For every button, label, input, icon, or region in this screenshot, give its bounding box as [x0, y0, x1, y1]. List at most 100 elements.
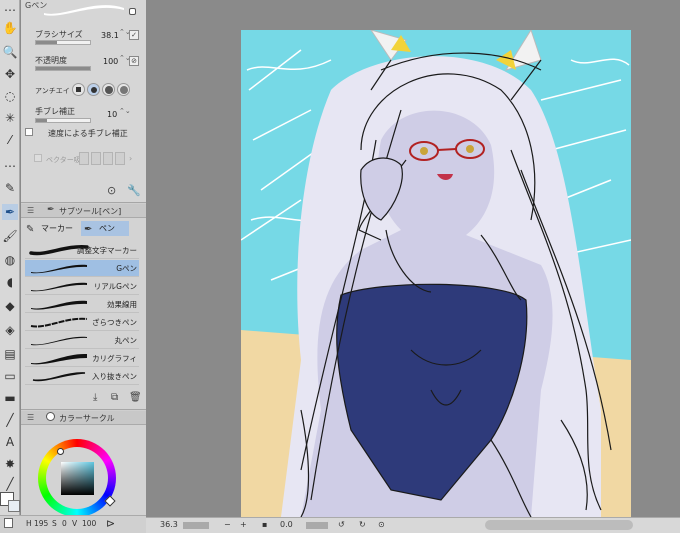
brush-stroke-7-icon — [32, 372, 86, 382]
saturation-value-square[interactable] — [61, 462, 94, 495]
rotate-left-icon[interactable]: ↺ — [338, 520, 345, 529]
stabilization-label: 手ブレ補正 — [35, 107, 75, 116]
brush-stroke-3-icon — [31, 300, 87, 310]
antialias-none-icon[interactable] — [72, 83, 85, 96]
balloon-icon[interactable]: ✸ — [2, 456, 18, 472]
s-label: S — [52, 519, 57, 528]
shape-icon[interactable]: ▭ — [2, 368, 18, 384]
speed-stabilization-checkbox[interactable] — [25, 128, 33, 136]
brush-item-7[interactable]: 入り抜きペン — [25, 368, 139, 385]
wrench-icon[interactable]: 🔧 — [127, 184, 141, 197]
rotation-value[interactable]: 0.0 — [280, 520, 293, 529]
brush-item-2[interactable]: リアルGペン — [25, 278, 139, 295]
vector-snap-checkbox[interactable] — [34, 154, 42, 162]
divider-dots-icon: ⋯ — [4, 159, 16, 173]
zoom-slider[interactable] — [183, 522, 209, 529]
stabilization-value[interactable]: 10 — [107, 110, 117, 119]
rotate-right-icon[interactable]: ↻ — [359, 520, 366, 529]
horizontal-scrollbar-thumb[interactable] — [485, 520, 633, 530]
hand-icon[interactable]: ✋ — [2, 20, 18, 36]
rotation-slider[interactable] — [306, 522, 328, 529]
tab-pen[interactable]: ✒ ペン — [81, 221, 129, 236]
brush-item-5[interactable]: 丸ペン — [25, 332, 139, 349]
sub-tool-pen-icon: ✒ — [47, 205, 55, 215]
color-history-icon[interactable]: ⊳ — [106, 517, 115, 530]
brush-name-3: 効果線用 — [107, 300, 137, 309]
vector-mode-box-3[interactable] — [103, 152, 113, 165]
antialias-strong-icon[interactable] — [117, 83, 130, 96]
fit-icon[interactable]: ▪ — [262, 520, 267, 529]
eyedropper-icon[interactable]: ⁄ — [2, 132, 18, 148]
stabilization-spinner-icon[interactable]: ⌃⌄ — [119, 107, 131, 115]
duplicate-icon[interactable]: ⧉ — [111, 392, 118, 403]
vector-mode-box-2[interactable] — [91, 152, 101, 165]
pen-tool-icon[interactable]: ✒ — [2, 204, 18, 220]
vector-mode-box-4[interactable] — [115, 152, 125, 165]
zoom-in-icon[interactable]: + — [240, 520, 247, 529]
grip-icon[interactable]: ☰ — [27, 206, 34, 215]
color-grip-icon[interactable]: ☰ — [27, 413, 34, 422]
drawing-canvas[interactable] — [241, 30, 631, 517]
zoom-icon[interactable]: 🔍 — [2, 44, 18, 60]
blend-icon[interactable]: ◖ — [2, 274, 18, 290]
brush-item-0[interactable]: 調整文字マーカー — [25, 242, 139, 259]
ruler-icon[interactable]: ╱ — [2, 412, 18, 428]
trash-icon[interactable]: 🗑 — [129, 392, 142, 403]
antialias-medium-icon[interactable] — [102, 83, 115, 96]
brush-item-4[interactable]: ざらつきペン — [25, 314, 139, 331]
brush-name-1: Gペン — [116, 264, 137, 273]
hue-handle[interactable] — [57, 448, 64, 455]
color-mode-icon[interactable] — [4, 518, 13, 528]
brush-name-5: 丸ペン — [114, 336, 138, 345]
stabilization-slider[interactable] — [35, 118, 91, 123]
sub-tool-tabs: ✎ マーカー ✒ ペン — [21, 219, 146, 238]
opacity-option-icon[interactable]: ⊘ — [129, 56, 139, 66]
tab-marker[interactable]: ✎ マーカー — [23, 221, 79, 236]
brush-stroke-5-icon — [31, 336, 87, 346]
brush-name-4: ざらつきペン — [92, 318, 137, 327]
vector-mode-box-1[interactable] — [79, 152, 89, 165]
panel-column: Gペン ブラシサイズ 38.1 ⌃⌄ ✓ 不透明度 100 ⌃⌄ ⊘ アンチエイ… — [21, 0, 146, 533]
opacity-value[interactable]: 100 — [103, 57, 118, 66]
brush-stroke-2-icon — [31, 282, 87, 292]
fill-icon[interactable]: ◈ — [2, 322, 18, 338]
text-icon[interactable]: A — [2, 434, 18, 450]
brush-icon[interactable]: 🖌 — [2, 228, 18, 244]
zoom-value[interactable]: 36.3 — [160, 520, 178, 529]
frame-icon[interactable]: ▬ — [2, 390, 18, 406]
opacity-slider[interactable] — [35, 66, 91, 71]
antialias-weak-icon[interactable] — [87, 83, 100, 96]
ellipsis-icon[interactable]: ⋯ — [2, 2, 18, 18]
brush-size-label: ブラシサイズ — [35, 30, 83, 39]
antialias-label: アンチエイ — [35, 87, 70, 95]
lasso-icon[interactable]: ◌ — [2, 88, 18, 104]
brush-stroke-6-icon — [31, 353, 87, 365]
pen-icon: ✒ — [84, 224, 93, 235]
color-panel-title: カラーサークル — [59, 414, 115, 423]
zoom-out-icon[interactable]: − — [224, 520, 231, 529]
sub-color-swatch[interactable] — [8, 500, 20, 512]
reset-icon[interactable]: ⊙ — [107, 184, 116, 197]
speed-stabilization-label: 速度による手ブレ補正 — [48, 129, 128, 138]
h-value: 195 — [34, 519, 49, 528]
vertical-scrollbar[interactable] — [668, 0, 680, 517]
brush-item-6[interactable]: カリグラフィ — [25, 350, 139, 367]
magic-wand-icon[interactable]: ✳ — [2, 110, 18, 126]
correction-icon[interactable]: ╱ — [2, 476, 18, 492]
brush-size-value[interactable]: 38.1 — [101, 31, 119, 40]
pencil-icon[interactable]: ✎ — [2, 180, 18, 196]
brush-size-slider[interactable] — [35, 40, 91, 45]
v-label: V — [72, 519, 78, 528]
brush-item-3[interactable]: 効果線用 — [25, 296, 139, 313]
airbrush-icon[interactable]: ◍ — [2, 252, 18, 268]
gradient-icon[interactable]: ▤ — [2, 346, 18, 362]
brush-stroke-4-icon — [30, 317, 88, 328]
vector-more-icon[interactable]: › — [129, 154, 132, 163]
brush-size-pressure-icon[interactable]: ✓ — [129, 30, 139, 40]
reset-rotation-icon[interactable]: ⊙ — [378, 520, 385, 529]
lock-icon[interactable] — [129, 8, 136, 15]
download-icon[interactable]: ⤓ — [93, 392, 97, 403]
move-icon[interactable]: ✥ — [2, 66, 18, 82]
brush-item-1[interactable]: Gペン — [25, 260, 139, 277]
eraser-icon[interactable]: ◆ — [2, 298, 18, 314]
